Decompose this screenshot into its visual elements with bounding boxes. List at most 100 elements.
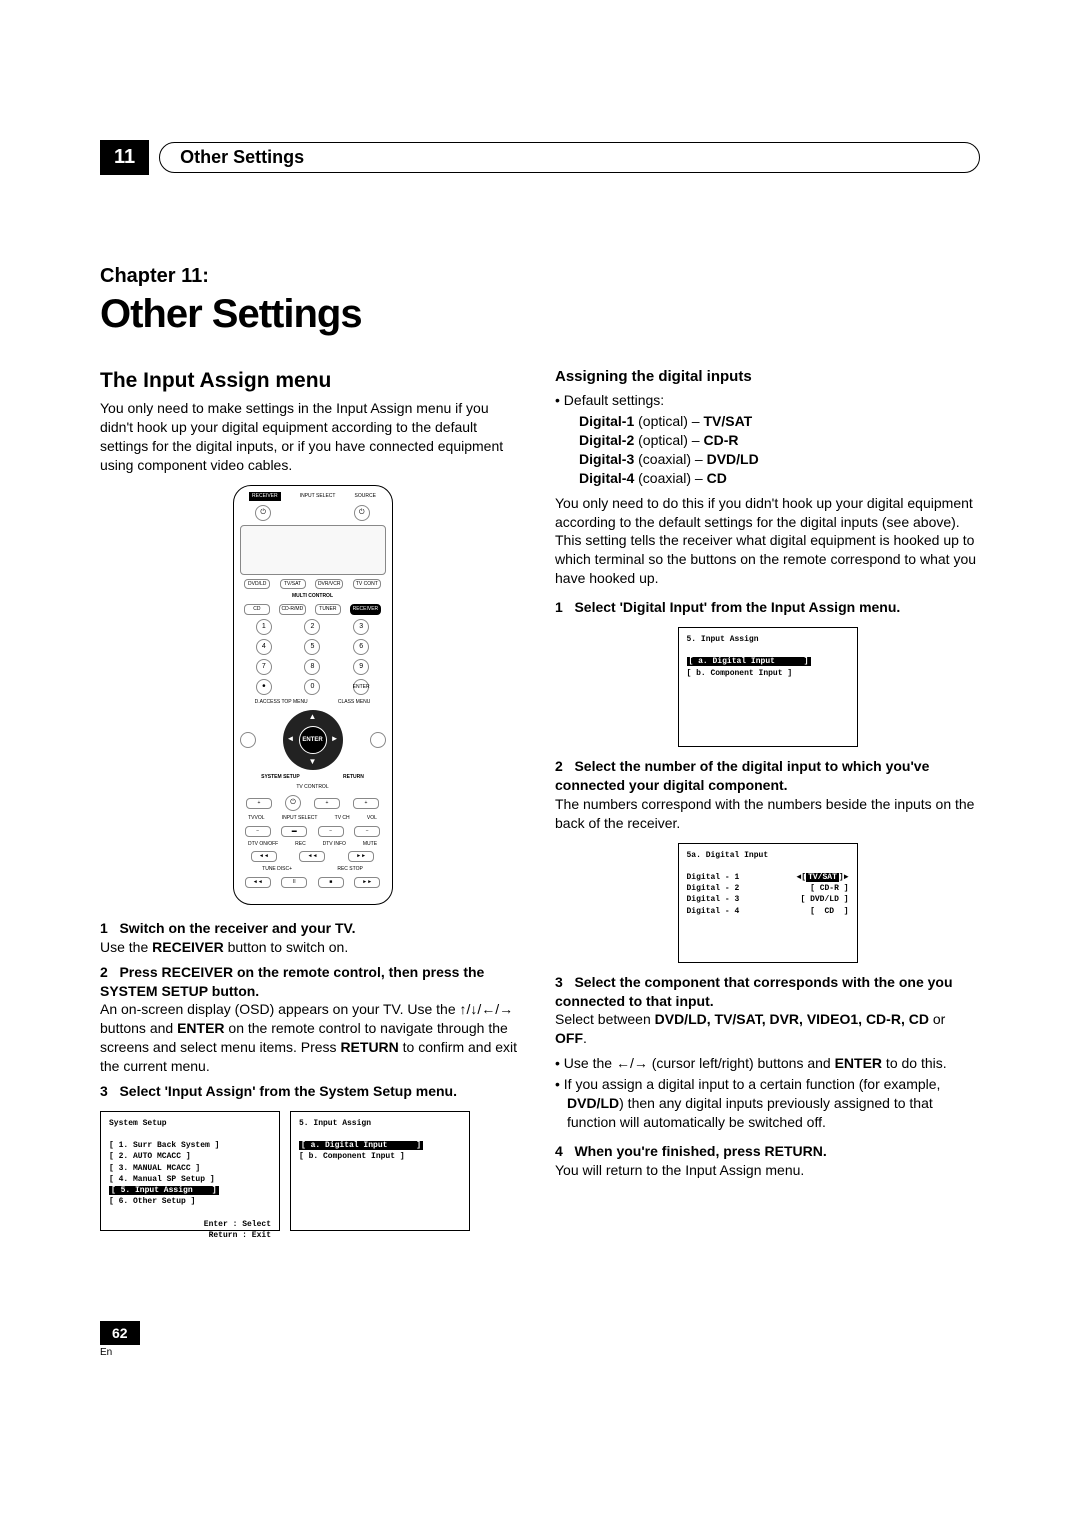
page-lang: En [100, 1347, 980, 1358]
chapter-title: Other Settings [100, 292, 980, 337]
right-column: Assigning the digital inputs Default set… [555, 367, 980, 1241]
section-heading: The Input Assign menu [100, 367, 525, 395]
transport-btn: ►► [348, 851, 374, 862]
intro-paragraph: You only need to make settings in the In… [100, 399, 525, 475]
remote-label: D.ACCESS TOP MENU [255, 699, 308, 706]
step-1: 1 Switch on the receiver and your TV. Us… [100, 919, 525, 957]
digit-btn: 8 [304, 659, 320, 675]
transport-btn: ◄◄ [245, 877, 271, 888]
remote-btn: DVR/VCR [315, 579, 344, 590]
r-step-4: 4 When you're finished, press RETURN. Yo… [555, 1142, 980, 1180]
default-row: Digital-4 (coaxial) – CD [579, 469, 980, 488]
remote-btn: TUNER [315, 604, 341, 615]
arrow-down-icon: ▼ [309, 757, 317, 768]
tv-power-icon: ⏻ [285, 795, 301, 811]
transport-btn: ◄◄ [299, 851, 325, 862]
paragraph: You only need to do this if you didn't h… [555, 494, 980, 588]
remote-label-source: SOURCE [355, 493, 376, 500]
transport-btn: ◄◄ [251, 851, 277, 862]
enter-small-btn: ENTER [353, 679, 369, 695]
system-setup-label: SYSTEM SETUP [261, 774, 300, 781]
dot-btn: • [256, 679, 272, 695]
remote-btn: CD-R/MD [279, 604, 307, 615]
chapter-label: Chapter 11: [100, 265, 980, 288]
remote-btn-receiver: RECEIVER [350, 604, 382, 615]
power-icon: ⏻ [255, 505, 271, 521]
remote-lcd [240, 525, 386, 575]
remote-label: MUTE [363, 841, 377, 848]
remote-label-receiver: RECEIVER [249, 492, 281, 501]
vol-btn: − [245, 826, 271, 837]
chapter-header: 11 Other Settings [100, 140, 980, 175]
return-label: RETURN [343, 774, 364, 781]
vol-btn: + [353, 798, 379, 809]
defaults-intro: Default settings: [567, 391, 980, 410]
remote-label: DTV ON/OFF [248, 841, 278, 848]
osd-input-assign: 5. Input Assign [ a. Digital Input ] [ b… [290, 1111, 470, 1231]
remote-label: CLASS MENU [338, 699, 371, 706]
remote-control-diagram: RECEIVER INPUT SELECT SOURCE ⏻ ⏻ DVD/LD … [233, 485, 393, 905]
r-step-2: 2 Select the number of the digital input… [555, 757, 980, 833]
arrow-icons: ↑/↓/←/→ [460, 1001, 514, 1017]
remote-btn: TV CONT [353, 579, 381, 590]
transport-btn: ►► [354, 877, 380, 888]
vol-btn: + [246, 798, 272, 809]
digit-btn: 3 [353, 619, 369, 635]
left-column: The Input Assign menu You only need to m… [100, 367, 525, 1241]
default-row: Digital-2 (optical) – CD-R [579, 431, 980, 450]
remote-label: REC STOP [337, 866, 362, 873]
ch-btn: + [314, 798, 340, 809]
remote-label: INPUT SELECT [282, 815, 318, 822]
sel-btn: ▬ [281, 826, 307, 837]
chapter-pill: Other Settings [159, 142, 980, 173]
chapter-number-box: 11 [100, 140, 149, 175]
step-2: 2 Press RECEIVER on the remote control, … [100, 963, 525, 1076]
page-footer: 62 En [100, 1321, 980, 1358]
osd-system-setup: System Setup [ 1. Surr Back System ] [ 2… [100, 1111, 280, 1231]
subsection-heading: Assigning the digital inputs [555, 367, 980, 387]
transport-btn: II [281, 877, 307, 888]
r-step-3: 3 Select the component that corresponds … [555, 973, 980, 1049]
remote-label: DTV INFO [323, 841, 346, 848]
remote-label: TV CH [335, 815, 350, 822]
remote-label: TUNE DISC+ [262, 866, 292, 873]
digit-btn: 7 [256, 659, 272, 675]
digit-btn: 1 [256, 619, 272, 635]
digit-btn: 0 [304, 679, 320, 695]
default-row: Digital-3 (coaxial) – DVD/LD [579, 450, 980, 469]
remote-btn: DVD/LD [244, 579, 270, 590]
menu-btn [370, 732, 386, 748]
r-step-1: 1 Select 'Digital Input' from the Input … [555, 598, 980, 617]
d-pad: ▲ ▼ ◄ ► ENTER [283, 710, 343, 770]
ch-btn: − [318, 826, 344, 837]
remote-btn: CD [244, 604, 270, 615]
menu-btn [240, 732, 256, 748]
tv-control-label: TV CONTROL [240, 784, 386, 791]
osd-input-assign-2: 5. Input Assign [ a. Digital Input ] [ b… [678, 627, 858, 747]
osd-digital-input: 5a. Digital Input Digital - 1◄[TV/SAT]► … [678, 843, 858, 963]
default-row: Digital-1 (optical) – TV/SAT [579, 412, 980, 431]
arrow-icons: ←/→ [616, 1055, 648, 1071]
digit-btn: 4 [256, 639, 272, 655]
remote-multi-control: MULTI CONTROL [240, 593, 386, 600]
bullet-2: If you assign a digital input to a certa… [567, 1075, 980, 1132]
digit-btn: 5 [304, 639, 320, 655]
arrow-right-icon: ► [331, 734, 339, 745]
digit-btn: 2 [304, 619, 320, 635]
arrow-up-icon: ▲ [309, 712, 317, 723]
manual-page: 11 Other Settings Chapter 11: Other Sett… [100, 140, 980, 1358]
transport-btn: ■ [318, 877, 344, 888]
digit-btn: 6 [353, 639, 369, 655]
power-icon: ⏻ [354, 505, 370, 521]
remote-label: VOL [367, 815, 377, 822]
remote-label-input-select: INPUT SELECT [300, 493, 336, 500]
bullet-1: Use the ←/→ (cursor left/right) buttons … [567, 1054, 980, 1073]
remote-label: REC [295, 841, 306, 848]
remote-btn: TV/SAT [280, 579, 306, 590]
digit-btn: 9 [353, 659, 369, 675]
page-number: 62 [100, 1321, 140, 1345]
step-3: 3 Select 'Input Assign' from the System … [100, 1082, 525, 1101]
vol-btn: − [354, 826, 380, 837]
enter-btn: ENTER [299, 726, 327, 754]
arrow-left-icon: ◄ [287, 734, 295, 745]
